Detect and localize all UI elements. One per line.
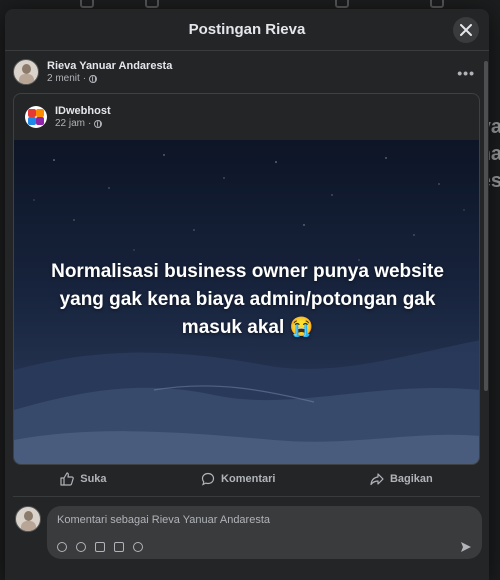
close-button[interactable] — [453, 17, 479, 43]
thumbs-up-icon — [60, 472, 75, 486]
share-label: Bagikan — [389, 473, 433, 485]
share-button[interactable]: Bagikan — [370, 472, 433, 486]
comment-icon — [201, 472, 215, 486]
like-button[interactable]: Suka — [60, 472, 107, 486]
comment-tools — [57, 542, 143, 552]
shared-post-time[interactable]: 22 jam — [55, 118, 85, 130]
author-name[interactable]: Rieva Yanuar Andaresta — [47, 60, 172, 73]
avatar[interactable] — [15, 506, 41, 532]
page-avatar[interactable] — [25, 106, 47, 128]
emoji-icon[interactable] — [76, 542, 86, 552]
image-caption: Normalisasi business owner punya website… — [51, 261, 444, 338]
comment-label: Komentari — [221, 473, 276, 485]
avatar-sticker-icon[interactable] — [57, 542, 67, 552]
shared-post-header: IDwebhost 22 jam · — [14, 94, 479, 140]
close-icon — [460, 24, 472, 36]
background-nav-icon — [80, 0, 94, 8]
modal-title: Postingan Rieva — [188, 21, 306, 38]
share-icon — [370, 473, 384, 486]
modal-header: Postingan Rieva — [5, 9, 489, 51]
avatar[interactable] — [13, 59, 39, 85]
background-nav-icon — [335, 0, 349, 8]
like-label: Suka — [80, 473, 107, 485]
camera-icon[interactable] — [95, 542, 105, 552]
comment-input[interactable]: Komentari sebagai Rieva Yanuar Andaresta — [47, 506, 482, 559]
globe-icon — [89, 74, 98, 83]
sticker-icon[interactable] — [133, 542, 143, 552]
globe-icon — [94, 119, 103, 128]
scrollbar[interactable] — [484, 61, 488, 391]
post-modal: Postingan Rieva Rieva Yanuar Andaresta 2… — [5, 9, 489, 580]
post-actions: Suka Komentari Bagikan — [13, 468, 480, 490]
background-nav-icon — [145, 0, 159, 8]
divider — [13, 496, 480, 497]
post-header: Rieva Yanuar Andaresta 2 menit · — [13, 59, 172, 85]
comment-placeholder: Komentari sebagai Rieva Yanuar Andaresta — [57, 514, 271, 526]
comment-composer: Komentari sebagai Rieva Yanuar Andaresta — [15, 506, 482, 559]
gif-icon[interactable] — [114, 542, 124, 552]
shared-post[interactable]: IDwebhost 22 jam · Normalisasi business … — [13, 93, 480, 465]
comment-button[interactable]: Komentari — [201, 472, 275, 486]
page-name[interactable]: IDwebhost — [55, 105, 111, 118]
send-icon[interactable] — [460, 541, 472, 553]
background-nav-icon — [430, 0, 444, 8]
post-time[interactable]: 2 menit — [47, 73, 80, 85]
post-image[interactable]: Normalisasi business owner punya website… — [14, 140, 479, 464]
more-options-icon[interactable]: ••• — [457, 65, 475, 81]
